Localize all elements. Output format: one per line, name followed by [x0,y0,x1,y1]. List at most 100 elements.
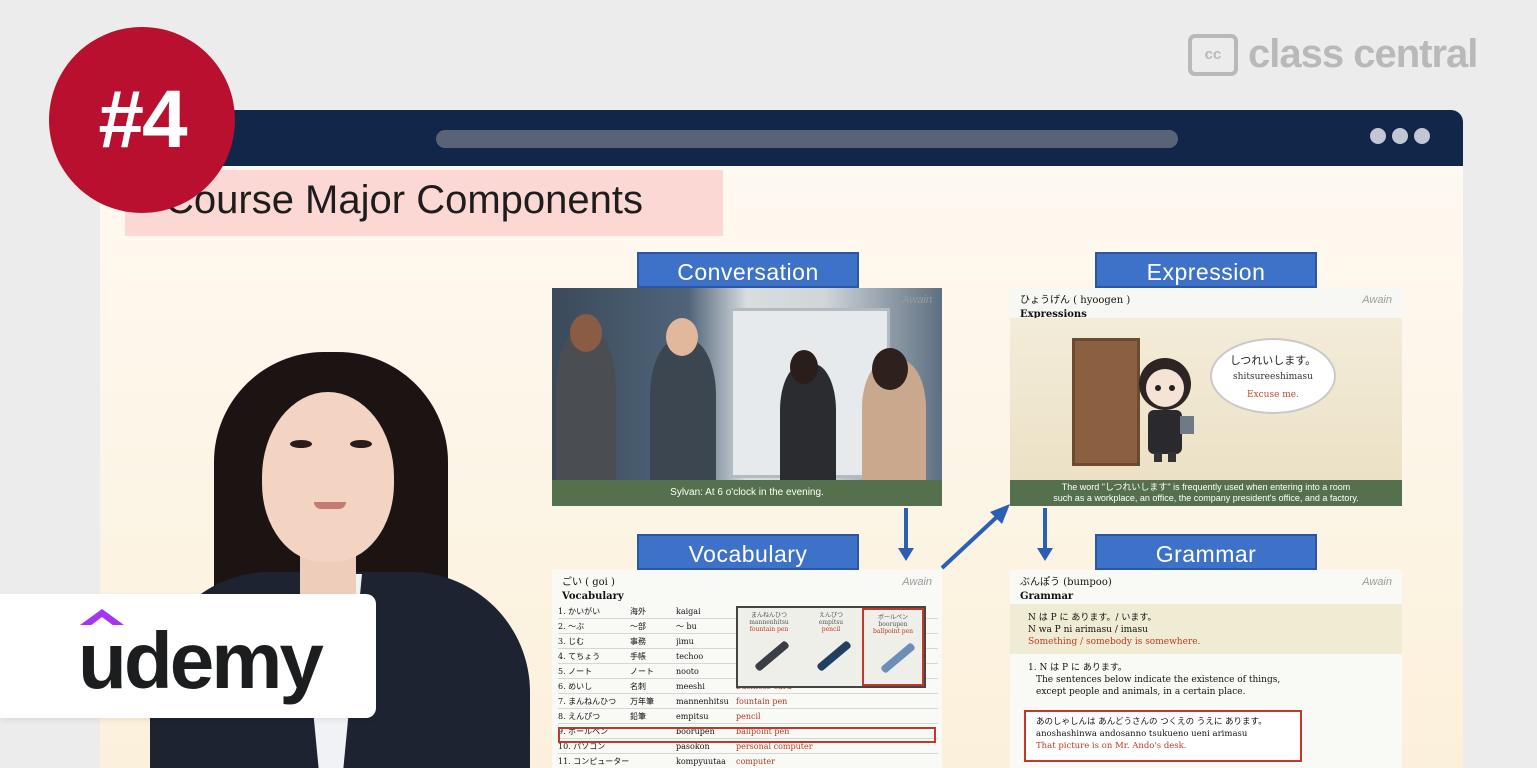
vocab-cell-romaji: meeshi [676,682,705,691]
video-subtitle: Sylvan: At 6 o'clock in the evening. [552,480,942,506]
pen-card: まんねんひつ mannenhitsu fountain pen [738,608,800,686]
vocab-row: 7. まんねんひつ 万年筆 mannenhitsu fountain pen [558,694,938,709]
caption-line: The word "しつれいします" is frequently used wh… [1061,482,1351,492]
expression-illustration: しつれいします。 shitsureeshimasu Excuse me. [1010,318,1402,480]
vocab-cell-kana: 7. まんねんひつ [558,697,617,706]
vocab-cell-kanji: 万年筆 [630,697,654,706]
pen-label-jp: ボールペン [877,614,908,621]
conversation-video-frame: Awain Sylvan: At 6 o'clock in the evenin… [552,288,942,506]
browser-toolbar [100,110,1463,166]
pen-label-ro: mannenhitsu [749,619,789,626]
vocabulary-frame: ごい ( goi ) Vocabulary Awain 1. かいがい 海外 kai… [552,570,942,768]
conversation-label: Conversation [637,252,859,288]
vocab-cell-romaji: empitsu [676,712,709,721]
example-english: That picture is on Mr. Ando's desk. [1036,741,1187,751]
vocab-cell-kanji: ～部 [630,622,646,631]
vocab-cell-kana: 11. コンピューター [558,757,630,766]
office-scene-image: Awain [552,288,942,480]
pens-illustration: まんねんひつ mannenhitsu fountain pen えんぴつ empitsu… [736,606,926,688]
pen-illustration [880,642,916,674]
point-description: The sentences below indicate the existen… [1036,675,1281,685]
vocab-cell-kana: 3. じむ [558,637,585,646]
vocab-cell-kana: 2. ～ぶ [558,622,585,631]
class-central-text: class central [1248,32,1478,76]
example-romaji: anoshashinwa andosanno tsukueno ueni ari… [1036,729,1248,739]
brand-watermark: Awain [902,294,932,306]
vocab-cell-romaji: techoo [676,652,704,661]
speech-bubble: しつれいします。 shitsureeshimasu Excuse me. [1210,338,1336,414]
vocab-cell-romaji: ～ bu [676,622,697,631]
person-head [872,348,908,390]
rank-badge: #4 [49,27,235,213]
pen-card: えんぴつ empitsu pencil [800,608,862,686]
vocab-cell-kanji: ノート [630,667,654,676]
presenter-mouth [314,502,346,509]
ellipsis-icon[interactable] [1370,128,1386,144]
vocab-cell-romaji: kompyuutaa [676,757,726,766]
panel-title-jp: ひょうげん ( hyoogen ) [1020,295,1131,306]
expression-label: Expression [1095,252,1317,288]
pattern-english: Something / somebody is somewhere. [1028,637,1201,647]
vocab-row: 11. コンピューター kompyuutaa computer [558,754,938,768]
pen-label-en: pencil [821,626,841,633]
grammar-frame: ぶんぽう (bumpoo) Grammar Awain N は P に あります… [1010,570,1402,768]
expression-caption: The word "しつれいします" is frequently used wh… [1010,480,1402,506]
pen-illustration [816,640,852,672]
address-bar[interactable] [436,130,1178,148]
pen-illustration [754,640,790,672]
vocab-cell-kanji: 鉛筆 [630,712,646,721]
pen-card: ボールペン boorupen ballpoint pen [862,608,924,686]
person-head [570,314,602,352]
thumbnail: cc class central Course Major Components… [0,0,1537,768]
vocab-cell-kana: 8. えんぴつ [558,712,601,721]
vocab-cell-romaji: kaigai [676,607,701,616]
arrow-diagonal [940,504,1010,570]
vocab-cell-kanji: 事務 [630,637,646,646]
vocab-cell-en: computer [736,757,775,766]
vocab-cell-romaji: nooto [676,667,699,676]
point-description: except people and animals, in a certain … [1036,687,1246,697]
example-japanese: あのしゃしんは あんどうさんの つくえの うえに あります。 [1036,717,1267,727]
person-figure [556,330,616,480]
vocab-cell-kanji: 海外 [630,607,646,616]
arrow-head [1037,548,1053,561]
grammar-explanation: 1. N は P に あります。 The sentences below ind… [1028,662,1388,698]
pen-label-ro: boorupen [878,621,908,628]
brand-watermark: Awain [902,576,932,588]
pen-label-ro: empitsu [818,619,844,626]
pattern-romaji: N wa P ni arimasu / imasu [1028,625,1148,635]
arrow-head [898,548,914,561]
brand-watermark: Awain [1362,294,1392,306]
vocab-cell-romaji: jimu [676,637,694,646]
vocab-cell-kana: 4. てちょう [558,652,601,661]
ellipsis-icon[interactable] [1414,128,1430,144]
vocab-cell-kana: 6. めいし [558,682,593,691]
bubble-english: Excuse me. [1246,390,1299,400]
expression-frame: ひょうげん ( hyoogen ) Expressions Awain しつれい… [1010,288,1402,506]
panel-title-en: Vocabulary [562,591,624,602]
point-heading: 1. N は P に あります。 [1028,663,1127,673]
panel-heading: ぶんぽう (bumpoo) Grammar [1020,576,1112,604]
person-head [666,318,698,356]
arrow-down [1043,508,1047,552]
arrow-down [904,508,908,552]
panel-title-jp: ごい ( goi ) [562,577,615,588]
grammar-pattern: N は P に あります。/ います。 N wa P ni arimasu / … [1010,604,1402,654]
grammar-label: Grammar [1095,534,1317,570]
panel-title-en: Grammar [1020,591,1074,602]
ellipsis-icon[interactable] [1392,128,1408,144]
vocab-cell-kanji: 手帳 [630,652,646,661]
pen-label-en: fountain pen [749,626,789,633]
pattern-japanese: N は P に あります。/ います。 [1028,613,1157,623]
class-central-logo: cc class central [1188,32,1478,77]
pen-label-en: ballpoint pen [872,628,914,635]
pen-label-jp: まんねんひつ [750,612,787,619]
vocab-row: 8. えんぴつ 鉛筆 empitsu pencil [558,709,938,724]
presenter-eye [350,440,372,448]
person-figure [650,340,716,480]
vocab-cell-kanji [630,754,676,768]
highlighted-row-frame [558,727,936,743]
bubble-romaji: shitsureeshimasu [1233,372,1313,382]
vocab-cell-kana: 5. ノート [558,667,593,676]
cartoon-woman-illustration [1139,358,1194,462]
